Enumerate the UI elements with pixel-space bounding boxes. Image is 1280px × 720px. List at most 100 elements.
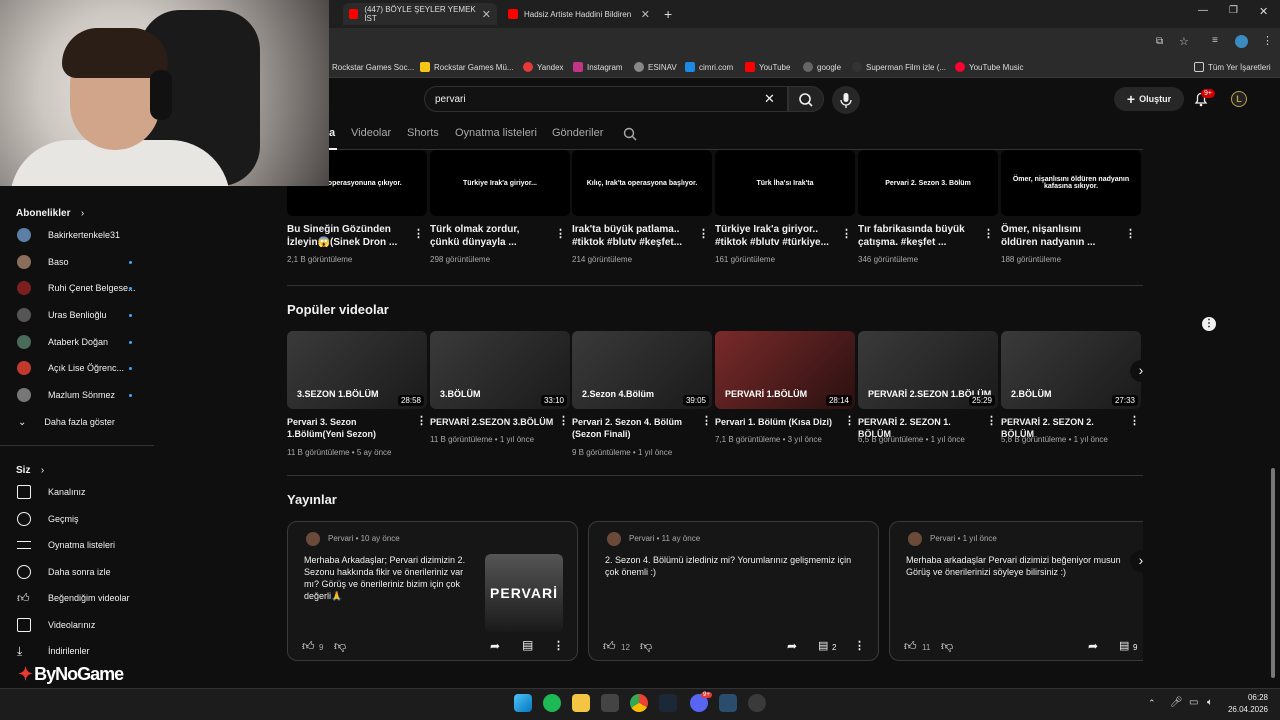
scrollbar-thumb[interactable] xyxy=(1271,468,1275,678)
network-icon[interactable]: ▭ xyxy=(1189,697,1198,708)
thumb-down-icon[interactable]: 👎︎ xyxy=(941,639,953,654)
restore-icon[interactable]: ❐ xyxy=(1229,5,1238,16)
chevron-up-icon[interactable]: ⌃ xyxy=(1148,698,1156,709)
short-title[interactable]: Ömer, nişanlısını öldüren nadyanın ... xyxy=(1001,223,1119,249)
obs-icon[interactable] xyxy=(748,694,766,712)
comment-icon[interactable]: ▤ xyxy=(522,638,533,652)
steam-icon[interactable] xyxy=(659,694,677,712)
thumb-down-icon[interactable]: 👎︎ xyxy=(640,639,652,654)
subscription-item[interactable]: Bakirkertenkele31 xyxy=(0,222,154,248)
video-thumbnail[interactable]: 3.SEZON 1.BÖLÜM 28:58 xyxy=(287,331,427,409)
tab-playlists[interactable]: Oynatma listeleri xyxy=(455,127,537,139)
search-box[interactable]: ✕ xyxy=(424,86,788,112)
subscription-item[interactable]: Uras Benlioğlu xyxy=(0,302,154,328)
subscription-item[interactable]: Ataberk Doğan xyxy=(0,329,154,355)
bookmark-item[interactable]: YouTube Music xyxy=(955,60,1024,74)
volume-icon[interactable]: 🔈︎ xyxy=(1207,697,1213,708)
avatar[interactable]: L xyxy=(1231,91,1247,107)
more-options-icon[interactable]: ⋮ xyxy=(844,414,855,427)
thumb-down-icon[interactable]: 👎︎ xyxy=(334,639,346,654)
comment-icon[interactable]: ▤ xyxy=(818,639,828,652)
more-options-icon[interactable]: ⋮ xyxy=(854,639,865,652)
sidebar-item-playlists[interactable]: Oynatma listeleri xyxy=(0,532,154,558)
sidebar-item-watch-later[interactable]: Daha sonra izle xyxy=(0,559,154,585)
bookmark-item[interactable]: Instagram xyxy=(573,60,623,74)
video-title[interactable]: PERVARİ 2.SEZON 3.BÖLÜM xyxy=(430,416,558,428)
thumb-up-icon[interactable]: 👍︎ xyxy=(603,639,616,654)
more-options-icon[interactable]: ⋮ xyxy=(558,414,569,427)
more-options-icon[interactable]: ⋮ xyxy=(553,639,564,652)
community-post[interactable]: Pervari • 1 yıl önce Merhaba arkadaşlar … xyxy=(889,521,1143,661)
video-title[interactable]: Pervari 2. Sezon 4. Bölüm (Sezon Finali) xyxy=(572,416,700,440)
profile-icon[interactable] xyxy=(1235,35,1248,48)
subscription-item[interactable]: Ruhi Çenet Belgese... xyxy=(0,275,154,301)
tab-shorts[interactable]: Shorts xyxy=(407,127,439,139)
short-thumbnail[interactable]: Türkiye Irak'a giriyor... xyxy=(430,150,570,216)
new-tab-icon[interactable]: + xyxy=(664,6,672,22)
post-author[interactable]: Pervari xyxy=(930,534,955,543)
bookmark-item[interactable]: ESINAV xyxy=(634,60,677,74)
post-author[interactable]: Pervari xyxy=(629,534,654,543)
video-thumbnail[interactable]: 2.BÖLÜM 27:33 xyxy=(1001,331,1141,409)
show-more-button[interactable]: ⌄ Daha fazla göster xyxy=(0,409,154,435)
short-thumbnail[interactable]: Kılıç, Irak'ta operasyona başlıyor. xyxy=(572,150,712,216)
bookmark-folder[interactable]: Tüm Yer İşaretleri xyxy=(1194,60,1271,74)
you-heading[interactable]: Siz › xyxy=(16,460,44,478)
short-thumbnail[interactable]: Ömer, nişanlısını öldüren nadyanın kafas… xyxy=(1001,150,1141,216)
store-icon[interactable] xyxy=(601,694,619,712)
sidebar-item-liked[interactable]: 👍︎ Beğendiğim videolar xyxy=(0,585,154,611)
media-icon[interactable]: ≡ xyxy=(1212,35,1218,46)
file-explorer-icon[interactable] xyxy=(572,694,590,712)
close-icon[interactable]: ✕ xyxy=(641,8,650,21)
more-options-icon[interactable]: ⋮ xyxy=(416,414,427,427)
more-options-icon[interactable]: ⋮ xyxy=(555,227,566,240)
create-button[interactable]: + Oluştur xyxy=(1114,87,1184,111)
video-thumbnail[interactable]: PERVARİ 2.SEZON 1.BÖLÜM 25:29 xyxy=(858,331,998,409)
more-options-icon[interactable]: ⋮ xyxy=(841,227,852,240)
bookmark-item[interactable]: Rockstar Games Mü... xyxy=(420,60,514,74)
sidebar-item-history[interactable]: Geçmiş xyxy=(0,506,154,532)
sidebar-item-your-videos[interactable]: Videolarınız xyxy=(0,612,154,638)
bookmark-item[interactable]: Yandex xyxy=(523,60,564,74)
more-options-icon[interactable]: ⋮ xyxy=(413,227,424,240)
video-thumbnail[interactable]: 2.Sezon 4.Bölüm 39:05 xyxy=(572,331,712,409)
share-icon[interactable]: ➦ xyxy=(787,639,797,653)
voice-search-button[interactable] xyxy=(832,86,860,114)
bookmark-item[interactable]: google xyxy=(803,60,841,74)
menu-icon[interactable]: ⋮ xyxy=(1262,34,1273,47)
browser-tab[interactable]: Hadsiz Artiste Haddini Bildiren ✕ xyxy=(502,3,656,25)
bookmark-item[interactable]: YouTube xyxy=(745,60,790,74)
close-window-icon[interactable]: ✕ xyxy=(1259,5,1268,18)
chevron-right-icon[interactable]: › xyxy=(1130,550,1152,572)
short-title[interactable]: Bu Sineğin Gözünden İzleyin😱(Sinek Dron … xyxy=(287,223,405,249)
minimize-icon[interactable]: — xyxy=(1198,5,1208,16)
video-thumbnail[interactable]: 3.BÖLÜM 33:10 xyxy=(430,331,570,409)
microphone-icon[interactable]: 🎤︎ xyxy=(1170,697,1183,708)
clock-time[interactable]: 06:28 xyxy=(1236,693,1268,702)
share-icon[interactable]: ➦ xyxy=(1088,639,1098,653)
more-options-icon[interactable]: ⋮ xyxy=(1125,227,1136,240)
short-title[interactable]: Türkiye Irak'a giriyor.. #tiktok #blutv … xyxy=(715,223,833,249)
community-post[interactable]: Pervari • 10 ay önce Merhaba Arkadaşlar;… xyxy=(287,521,578,661)
share-icon[interactable]: ➦ xyxy=(490,639,500,653)
tab-home[interactable]: a xyxy=(329,127,335,139)
clear-search-icon[interactable]: ✕ xyxy=(764,91,775,107)
comment-icon[interactable]: ▤ xyxy=(1119,639,1129,652)
more-options-icon[interactable]: ⋮ xyxy=(986,414,997,427)
short-title[interactable]: Irak'ta büyük patlama.. #tiktok #blutv #… xyxy=(572,223,690,249)
tab-posts[interactable]: Gönderiler xyxy=(552,127,603,139)
short-title[interactable]: Türk olmak zordur, çünkü dünyayla ... xyxy=(430,223,548,249)
more-options-icon[interactable]: ⋮ xyxy=(701,414,712,427)
spotify-icon[interactable] xyxy=(543,694,561,712)
bookmark-item[interactable]: Superman Film izle (... xyxy=(852,60,946,74)
bookmark-item[interactable]: Rockstar Games Soc... xyxy=(332,60,414,74)
more-options-icon[interactable]: ⋮ xyxy=(1202,317,1216,331)
video-thumbnail[interactable]: PERVARİ 1.BÖLÜM 28:14 xyxy=(715,331,855,409)
video-title[interactable]: Pervari 3. Sezon 1.Bölüm(Yeni Sezon) xyxy=(287,416,415,440)
clock-date[interactable]: 26.04.2026 xyxy=(1222,705,1268,714)
short-thumbnail[interactable]: Türk İha'sı Irak'ta xyxy=(715,150,855,216)
search-button[interactable] xyxy=(788,86,824,112)
tab-videos[interactable]: Videolar xyxy=(351,127,391,139)
search-input[interactable] xyxy=(435,92,735,106)
bookmark-item[interactable]: cimri.com xyxy=(685,60,733,74)
